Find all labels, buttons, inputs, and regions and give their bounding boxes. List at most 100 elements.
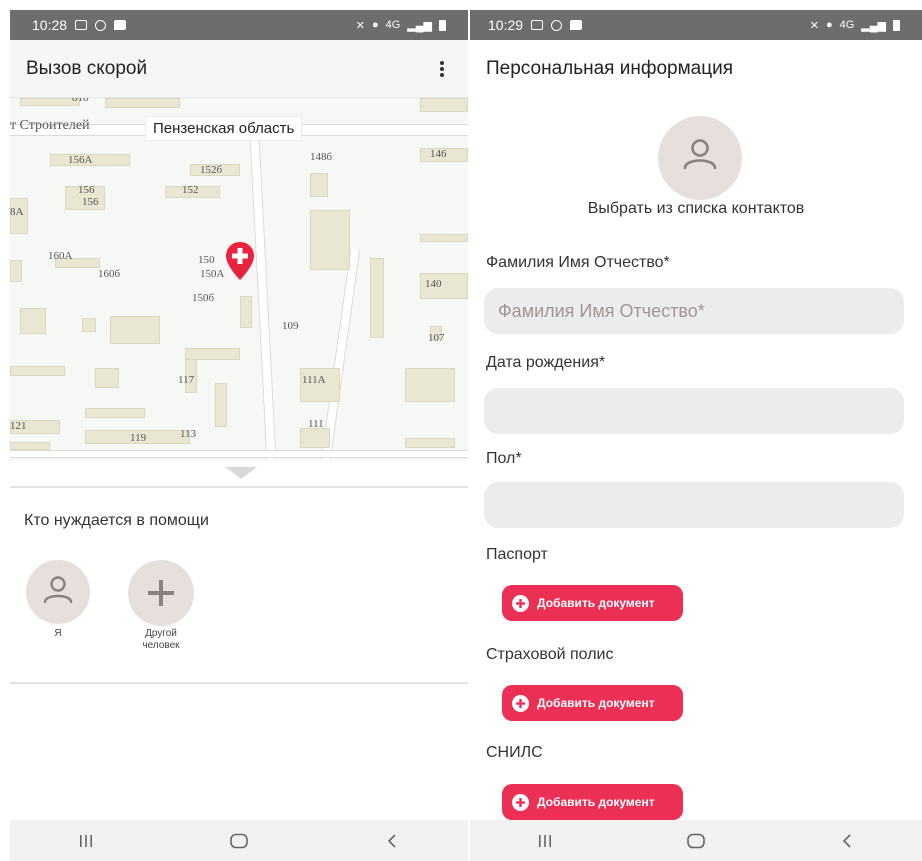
map-road <box>249 133 277 460</box>
sex-input[interactable] <box>484 482 904 528</box>
network-type: 4G <box>839 19 855 31</box>
status-bar: 10:29 ✕ ● 4G ▂▄▆ <box>470 10 922 40</box>
map-road <box>10 450 468 458</box>
add-snils-button[interactable]: Добавить документ <box>502 784 683 820</box>
map-building <box>370 258 384 338</box>
back-button[interactable] <box>372 826 412 856</box>
status-time: 10:28 <box>32 17 68 33</box>
option-self-button[interactable] <box>26 560 90 624</box>
sex-label: Пол* <box>486 450 522 467</box>
contact-avatar-button[interactable] <box>658 116 742 200</box>
map-building-number: 156 <box>82 196 99 208</box>
map-building <box>310 173 328 197</box>
personal-info-screen: 10:29 ✕ ● 4G ▂▄▆ Персональная информация… <box>470 0 922 861</box>
option-other-person-button[interactable] <box>128 560 194 626</box>
map-building-number: 111 <box>308 418 324 430</box>
map-building <box>420 234 468 242</box>
mute-icon: ✕ <box>355 19 365 32</box>
map-building <box>240 296 252 328</box>
map-collapse-handle[interactable] <box>10 460 468 488</box>
section-divider <box>10 682 468 684</box>
home-icon <box>687 833 705 848</box>
map-building-number: 150 <box>198 254 215 266</box>
app-bar: Персональная информация <box>470 40 922 98</box>
map-building <box>110 316 160 344</box>
option-self-label: Я <box>54 628 62 639</box>
back-icon <box>387 833 396 848</box>
network-type: 4G <box>385 19 401 31</box>
status-time: 10:29 <box>488 17 524 33</box>
recent-apps-icon <box>539 834 552 847</box>
map-building-number: 119 <box>130 432 147 444</box>
search-icon <box>551 19 563 31</box>
add-document-label: Добавить документ <box>537 596 655 610</box>
add-insurance-button[interactable]: Добавить документ <box>502 685 683 721</box>
person-icon <box>683 139 717 170</box>
back-icon <box>842 833 851 848</box>
system-nav-bar <box>10 820 468 861</box>
recent-apps-button[interactable] <box>525 826 565 856</box>
home-button[interactable] <box>676 826 716 856</box>
fio-label: Фамилия Имя Отчество* <box>486 254 670 271</box>
map-building-number: 156 <box>78 184 95 196</box>
map-building-number: 109 <box>282 320 299 332</box>
map-building-number: 152 <box>182 184 199 196</box>
map-building <box>10 366 65 376</box>
pick-from-contacts-link[interactable]: Выбрать из списка контактов <box>470 200 922 218</box>
signal-icon: ▂▄▆ <box>407 19 432 32</box>
fio-input[interactable] <box>484 288 904 334</box>
battery-icon <box>893 19 900 31</box>
passport-label: Паспорт <box>486 546 548 563</box>
location-icon: ● <box>371 19 379 31</box>
location-pin-icon[interactable] <box>224 241 256 281</box>
map-building-number: 140 <box>425 278 442 290</box>
map-view[interactable]: 816 156А 152б 148б 146 156 152 156 8А 16… <box>10 98 468 460</box>
map-building-number: 152б <box>200 164 223 176</box>
map-building-number: 150А <box>200 268 225 280</box>
signal-icon: ▂▄▆ <box>861 19 886 32</box>
map-building <box>105 98 180 108</box>
page-title: Персональная информация <box>486 58 734 79</box>
map-street-label: т Строителей <box>10 118 90 133</box>
recent-apps-button[interactable] <box>66 826 106 856</box>
map-building-number: 156А <box>68 154 93 166</box>
map-building-number: 160А <box>48 250 73 262</box>
map-building-number: 113 <box>180 428 197 440</box>
map-building <box>10 442 50 450</box>
map-region-label: Пензенская область <box>145 116 303 141</box>
message-icon <box>114 20 127 30</box>
birth-date-label: Дата рождения* <box>486 354 606 371</box>
map-building <box>310 210 350 270</box>
chevron-down-icon <box>225 467 257 479</box>
map-building <box>405 438 455 448</box>
map-building-number: 121 <box>10 420 27 432</box>
map-building-number: 111А <box>302 374 326 386</box>
more-menu-icon[interactable] <box>432 57 452 81</box>
system-nav-bar <box>470 820 922 861</box>
snils-label: СНИЛС <box>486 744 543 761</box>
location-icon: ● <box>825 19 833 31</box>
app-bar: Вызов скорой <box>10 40 468 98</box>
home-icon <box>230 833 248 848</box>
map-building <box>20 98 80 106</box>
plus-icon <box>148 580 174 606</box>
mute-icon: ✕ <box>809 19 819 32</box>
map-building-number: 150б <box>192 292 215 304</box>
home-button[interactable] <box>219 826 259 856</box>
page-title: Вызов скорой <box>26 57 148 79</box>
plus-circle-icon <box>512 594 529 612</box>
status-bar: 10:28 ✕ ● 4G ▂▄▆ <box>10 10 468 40</box>
search-icon <box>95 19 107 31</box>
map-building-number: 8А <box>10 206 24 218</box>
add-passport-button[interactable]: Добавить документ <box>502 585 683 621</box>
back-button[interactable] <box>827 826 867 856</box>
help-section-title: Кто нуждается в помощи <box>24 512 209 529</box>
map-building-number: 148б <box>310 151 333 163</box>
map-building <box>85 408 145 418</box>
ambulance-call-screen: 10:28 ✕ ● 4G ▂▄▆ Вызов скорой 816 156А 1… <box>10 0 468 861</box>
map-building-number: 117 <box>178 374 195 386</box>
map-building <box>20 308 46 334</box>
message-icon <box>570 20 583 30</box>
birth-date-input[interactable] <box>484 388 904 434</box>
battery-icon <box>439 19 446 31</box>
